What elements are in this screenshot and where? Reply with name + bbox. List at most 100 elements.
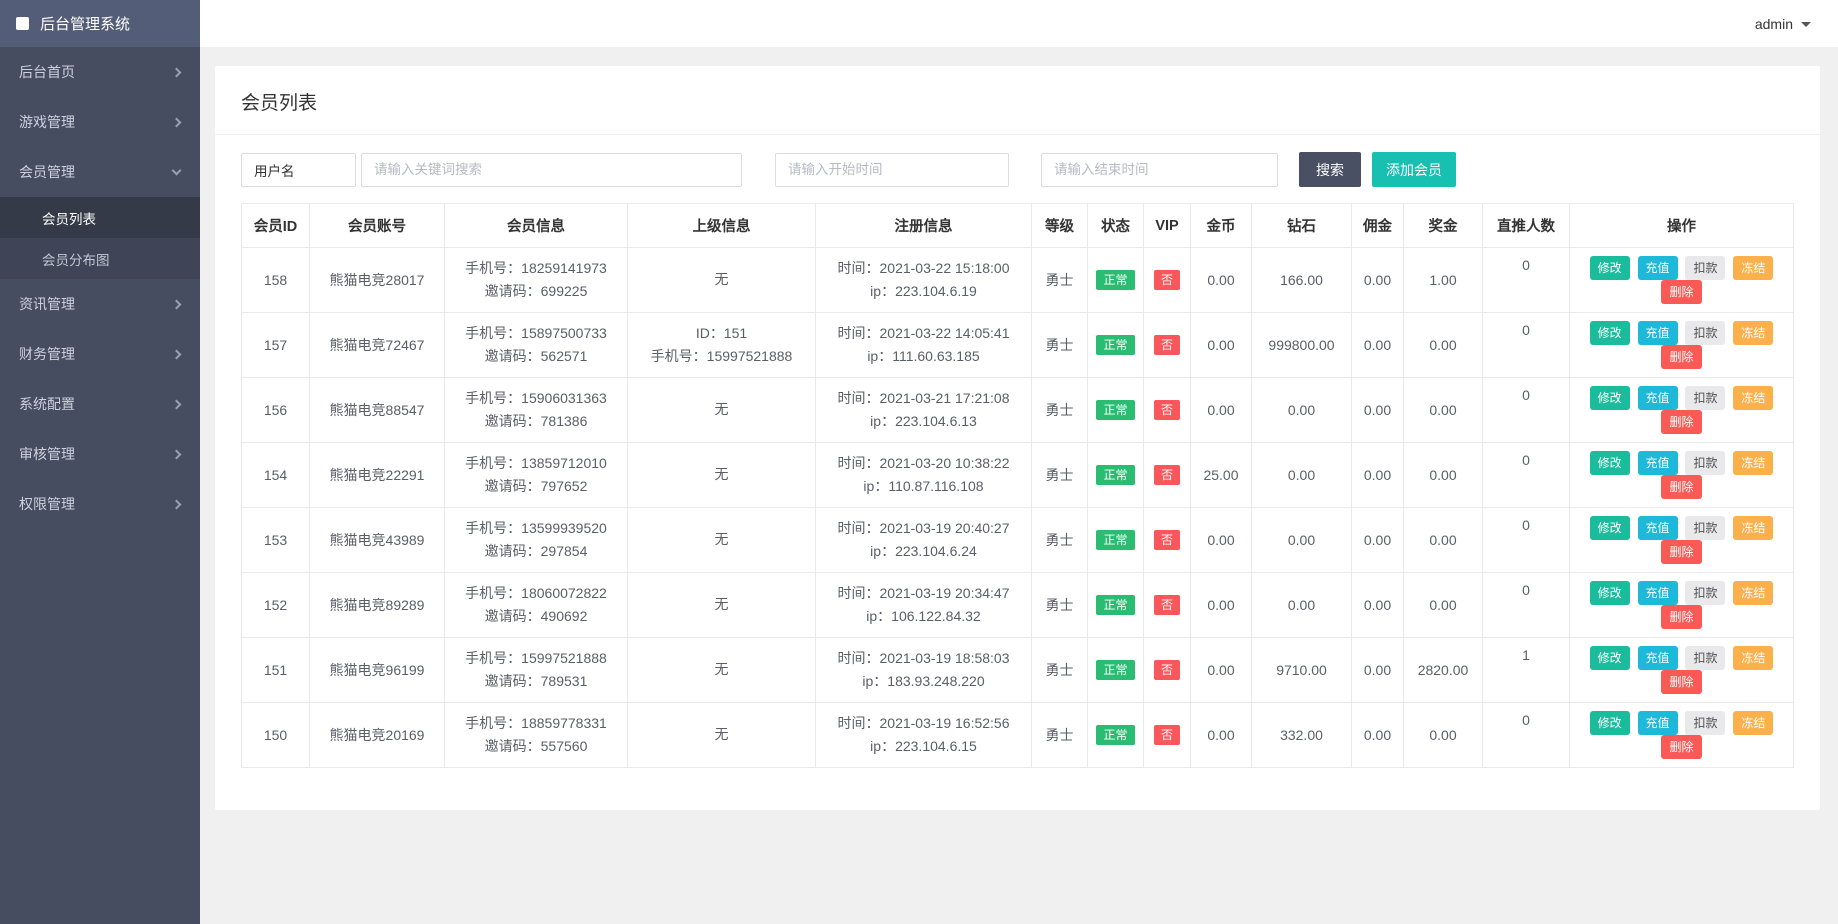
parent-info: 无 — [628, 248, 816, 313]
member-referrals: 1 — [1483, 638, 1570, 703]
table-row: 157 熊猫电竞72467 手机号：15897500733 邀请码：562571… — [242, 313, 1794, 378]
member-level: 勇士 — [1032, 508, 1088, 573]
delete-button[interactable]: 删除 — [1661, 735, 1701, 759]
user-menu[interactable]: admin — [1755, 16, 1811, 32]
member-bonus: 0.00 — [1404, 703, 1483, 768]
member-bonus: 0.00 — [1404, 508, 1483, 573]
start-time-input[interactable] — [775, 153, 1009, 187]
sidebar-item-member-map[interactable]: 会员分布图 — [0, 238, 200, 279]
deduct-button[interactable]: 扣款 — [1685, 256, 1725, 280]
freeze-button[interactable]: 冻结 — [1733, 581, 1773, 605]
modify-button[interactable]: 修改 — [1590, 386, 1630, 410]
recharge-button[interactable]: 充值 — [1638, 646, 1678, 670]
deduct-button[interactable]: 扣款 — [1685, 321, 1725, 345]
end-time-input[interactable] — [1041, 153, 1278, 187]
delete-button[interactable]: 删除 — [1661, 410, 1701, 434]
deduct-button[interactable]: 扣款 — [1685, 581, 1725, 605]
freeze-button[interactable]: 冻结 — [1733, 256, 1773, 280]
add-member-button[interactable]: 添加会员 — [1372, 152, 1456, 187]
parent-info: 无 — [628, 378, 816, 443]
recharge-button[interactable]: 充值 — [1638, 451, 1678, 475]
parent-line1: 无 — [628, 398, 815, 421]
deduct-button[interactable]: 扣款 — [1685, 646, 1725, 670]
modify-button[interactable]: 修改 — [1590, 516, 1630, 540]
member-level: 勇士 — [1032, 313, 1088, 378]
member-invite-code: 邀请码：490692 — [445, 605, 627, 628]
member-vip: 否 — [1144, 638, 1191, 703]
member-phone: 手机号：13859712010 — [445, 452, 627, 475]
deduct-button[interactable]: 扣款 — [1685, 711, 1725, 735]
vip-badge: 否 — [1154, 595, 1180, 615]
member-commission: 0.00 — [1352, 508, 1404, 573]
sidebar-item-members[interactable]: 会员管理 — [0, 147, 200, 197]
deduct-button[interactable]: 扣款 — [1685, 451, 1725, 475]
member-level: 勇士 — [1032, 638, 1088, 703]
recharge-button[interactable]: 充值 — [1638, 256, 1678, 280]
freeze-button[interactable]: 冻结 — [1733, 711, 1773, 735]
recharge-button[interactable]: 充值 — [1638, 711, 1678, 735]
row-actions: 修改 充值 扣款 冻结 删除 — [1570, 703, 1794, 768]
recharge-button[interactable]: 充值 — [1638, 321, 1678, 345]
member-gold: 0.00 — [1191, 508, 1252, 573]
modify-button[interactable]: 修改 — [1590, 581, 1630, 605]
member-gold: 0.00 — [1191, 313, 1252, 378]
status-badge: 正常 — [1096, 270, 1134, 290]
freeze-button[interactable]: 冻结 — [1733, 321, 1773, 345]
member-referrals: 0 — [1483, 573, 1570, 638]
modify-button[interactable]: 修改 — [1590, 451, 1630, 475]
member-id: 158 — [242, 248, 310, 313]
member-id: 154 — [242, 443, 310, 508]
status-badge: 正常 — [1096, 335, 1134, 355]
member-vip: 否 — [1144, 313, 1191, 378]
freeze-button[interactable]: 冻结 — [1733, 516, 1773, 540]
recharge-button[interactable]: 充值 — [1638, 516, 1678, 540]
col-header-actions: 操作 — [1570, 204, 1794, 248]
search-field-select[interactable]: 用户名 — [241, 153, 356, 187]
modify-button[interactable]: 修改 — [1590, 711, 1630, 735]
delete-button[interactable]: 删除 — [1661, 280, 1701, 304]
member-phone: 手机号：15906031363 — [445, 387, 627, 410]
delete-button[interactable]: 删除 — [1661, 670, 1701, 694]
member-info: 手机号：18259141973 邀请码：699225 — [445, 248, 628, 313]
sidebar-item-finance[interactable]: 财务管理 — [0, 329, 200, 379]
app-title: 后台管理系统 — [40, 13, 130, 34]
deduct-button[interactable]: 扣款 — [1685, 386, 1725, 410]
sidebar-item-news[interactable]: 资讯管理 — [0, 279, 200, 329]
modify-button[interactable]: 修改 — [1590, 321, 1630, 345]
chevron-down-icon — [172, 166, 182, 176]
sidebar-item-games[interactable]: 游戏管理 — [0, 97, 200, 147]
member-diamond: 332.00 — [1252, 703, 1352, 768]
sidebar-item-member-list[interactable]: 会员列表 — [0, 197, 200, 238]
recharge-button[interactable]: 充值 — [1638, 386, 1678, 410]
delete-button[interactable]: 删除 — [1661, 475, 1701, 499]
search-button[interactable]: 搜索 — [1299, 152, 1361, 187]
delete-button[interactable]: 删除 — [1661, 605, 1701, 629]
modify-button[interactable]: 修改 — [1590, 646, 1630, 670]
col-header-vip: VIP — [1144, 204, 1191, 248]
member-account: 熊猫电竞43989 — [310, 508, 445, 573]
freeze-button[interactable]: 冻结 — [1733, 451, 1773, 475]
member-account: 熊猫电竞22291 — [310, 443, 445, 508]
delete-button[interactable]: 删除 — [1661, 345, 1701, 369]
freeze-button[interactable]: 冻结 — [1733, 646, 1773, 670]
register-ip: ip：183.93.248.220 — [816, 670, 1031, 693]
recharge-button[interactable]: 充值 — [1638, 581, 1678, 605]
sidebar-item-system-config[interactable]: 系统配置 — [0, 379, 200, 429]
register-info: 时间：2021-03-19 20:40:27 ip：223.104.6.24 — [816, 508, 1032, 573]
delete-button[interactable]: 删除 — [1661, 540, 1701, 564]
chevron-right-icon — [172, 499, 182, 509]
sidebar-item-audit[interactable]: 审核管理 — [0, 429, 200, 479]
modify-button[interactable]: 修改 — [1590, 256, 1630, 280]
keyword-input[interactable] — [361, 153, 742, 187]
sidebar-item-home[interactable]: 后台首页 — [0, 47, 200, 97]
member-bonus: 0.00 — [1404, 378, 1483, 443]
sidebar-item-label: 权限管理 — [19, 494, 75, 514]
freeze-button[interactable]: 冻结 — [1733, 386, 1773, 410]
member-commission: 0.00 — [1352, 703, 1404, 768]
parent-info: 无 — [628, 638, 816, 703]
sidebar-item-permissions[interactable]: 权限管理 — [0, 479, 200, 529]
member-gold: 0.00 — [1191, 378, 1252, 443]
deduct-button[interactable]: 扣款 — [1685, 516, 1725, 540]
member-phone: 手机号：15997521888 — [445, 647, 627, 670]
member-gold: 0.00 — [1191, 703, 1252, 768]
